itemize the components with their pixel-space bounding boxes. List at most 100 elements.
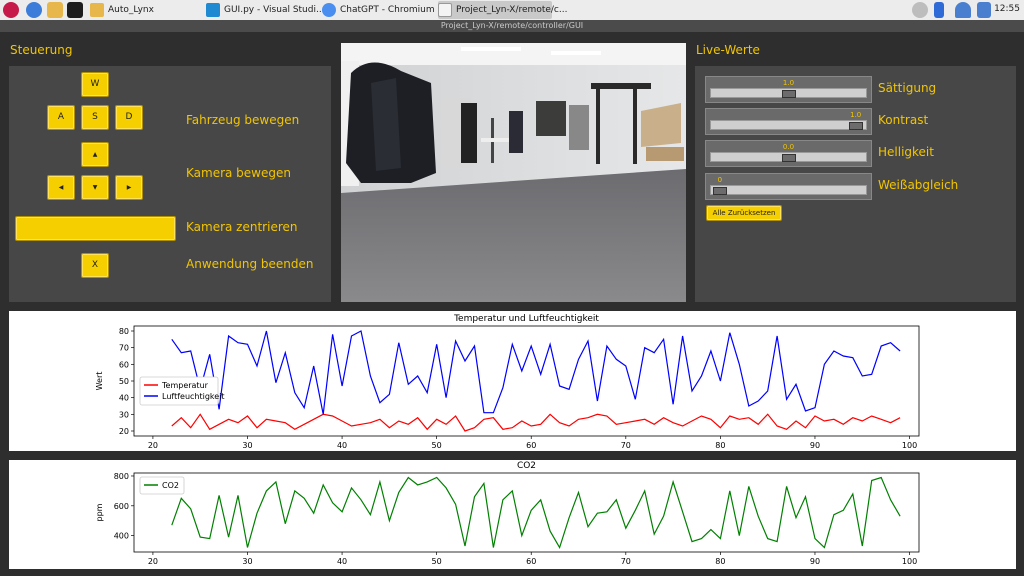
slider-track[interactable]	[710, 120, 867, 130]
window-title: Project_Lyn-X/remote/controller/GUI	[0, 20, 1024, 32]
legend-label: Luftfeuchtigkeit	[162, 392, 225, 401]
x-tick-label: 90	[810, 441, 820, 450]
taskbar-item-auto-lynx[interactable]: Auto_Lynx	[90, 1, 198, 19]
x-tick-label: 50	[432, 557, 442, 566]
slider-1[interactable]: 1.0	[705, 76, 872, 103]
live-values-title: Live-Werte	[696, 43, 760, 57]
co2-chart: CO2 20 30 40 50 60 70 80 90 100 400 600 800 ppm CO2	[9, 460, 1016, 569]
reset-all-button[interactable]: Alle Zurücksetzen	[706, 205, 782, 221]
camera-right-button[interactable]: ▶	[115, 175, 143, 200]
x-tick-label: 80	[715, 557, 725, 566]
taskbar-item-chromium[interactable]: ChatGPT - Chromium	[322, 1, 435, 19]
series-line-co2	[171, 476, 901, 549]
slider-value: 1.0	[782, 79, 795, 87]
slider-handle[interactable]	[712, 187, 727, 195]
taskbar: Auto_Lynx GUI.py - Visual Studi... ChatG…	[0, 0, 1024, 21]
key-s-button[interactable]: S	[81, 105, 109, 130]
temp-humidity-chart-svg: Temperatur und Luftfeuchtigkeit 20 30 40 50 6…	[95, 314, 920, 450]
move-vehicle-label: Fahrzeug bewegen	[186, 113, 300, 127]
taskbar-item-label: Project_Lyn-X/remote/c...	[456, 5, 568, 15]
x-tick-label: 100	[902, 441, 917, 450]
legend-label: Temperatur	[161, 381, 209, 390]
x-tick-label: 20	[148, 557, 158, 566]
x-tick-label: 60	[526, 441, 536, 450]
exit-button[interactable]: X	[81, 253, 109, 278]
slider-label: Kontrast	[878, 113, 929, 127]
y-tick-label: 800	[114, 472, 129, 481]
move-camera-label: Kamera bewegen	[186, 166, 291, 180]
x-tick-label: 80	[715, 441, 725, 450]
exit-app-label: Anwendung beenden	[186, 257, 314, 271]
terminal-icon[interactable]	[67, 2, 83, 18]
x-tick-label: 50	[432, 441, 442, 450]
sync-icon[interactable]	[912, 2, 928, 18]
camera-down-button[interactable]: ▼	[81, 175, 109, 200]
x-tick-label: 30	[242, 557, 252, 566]
x-tick-label: 70	[621, 557, 631, 566]
browser-launcher-icon[interactable]	[26, 2, 42, 18]
chart-title: Temperatur und Luftfeuchtigkeit	[453, 314, 599, 324]
center-camera-label: Kamera zentrieren	[186, 220, 298, 234]
taskbar-item-gui-window[interactable]: Project_Lyn-X/remote/c...	[438, 1, 567, 19]
x-tick-label: 30	[242, 441, 252, 450]
slider-value: 0.0	[782, 143, 795, 151]
wifi-icon[interactable]	[955, 2, 971, 18]
slider-handle[interactable]	[848, 122, 863, 130]
y-tick-label: 50	[119, 377, 129, 386]
vscode-icon	[206, 3, 220, 17]
y-tick-label: 30	[119, 410, 129, 419]
camera-up-button[interactable]: ▲	[81, 142, 109, 167]
x-tick-label: 60	[526, 557, 536, 566]
slider-value: 1.0	[850, 111, 862, 119]
series-line-temperatur	[171, 413, 901, 432]
folder-icon	[90, 3, 104, 17]
slider-value: 0	[717, 176, 723, 184]
key-d-button[interactable]: D	[115, 105, 143, 130]
y-tick-label: 60	[119, 360, 129, 369]
y-tick-label: 40	[119, 394, 129, 403]
taskbar-item-label: Auto_Lynx	[108, 5, 154, 15]
key-a-button[interactable]: A	[47, 105, 75, 130]
x-tick-label: 70	[621, 441, 631, 450]
y-tick-label: 70	[119, 344, 129, 353]
slider-handle[interactable]	[781, 154, 796, 162]
x-tick-label: 20	[148, 441, 158, 450]
controls-panel: W A S D ▲ ◀ ▼ ▶ X Fahrzeug bewegen Kamer…	[9, 66, 331, 302]
slider-2[interactable]: 1.0	[705, 108, 872, 135]
slider-label: Helligkeit	[878, 145, 934, 159]
slider-handle[interactable]	[781, 90, 796, 98]
raspberry-menu-icon[interactable]	[3, 2, 19, 18]
chromium-icon	[322, 3, 336, 17]
slider-label: Weißabgleich	[878, 178, 959, 192]
slider-label: Sättigung	[878, 81, 937, 95]
x-tick-label: 40	[337, 441, 347, 450]
x-tick-label: 100	[902, 557, 917, 566]
taskbar-item-label: ChatGPT - Chromium	[340, 5, 435, 15]
plot-area	[133, 325, 920, 437]
taskbar-item-label: GUI.py - Visual Studi...	[224, 5, 325, 15]
slider-track[interactable]	[710, 185, 867, 195]
y-axis-label: ppm	[95, 503, 104, 521]
temp-humidity-chart: Temperatur und Luftfeuchtigkeit 20 30 40 50 6…	[9, 311, 1016, 451]
controls-title: Steuerung	[10, 43, 73, 57]
y-tick-label: 20	[119, 427, 129, 436]
taskbar-item-vscode[interactable]: GUI.py - Visual Studi...	[206, 1, 325, 19]
chart-title: CO2	[517, 461, 536, 471]
y-tick-label: 600	[114, 502, 129, 511]
center-camera-button[interactable]	[15, 216, 176, 241]
volume-icon[interactable]	[977, 2, 991, 18]
y-axis-label: Wert	[95, 372, 104, 391]
file-manager-icon[interactable]	[47, 2, 63, 18]
clock: 12:55	[994, 4, 1020, 14]
x-tick-label: 40	[337, 557, 347, 566]
legend-label: CO2	[162, 481, 179, 490]
y-tick-label: 80	[119, 327, 129, 336]
window-icon	[438, 3, 452, 17]
x-tick-label: 90	[810, 557, 820, 566]
key-w-button[interactable]: W	[81, 72, 109, 97]
bluetooth-icon[interactable]	[934, 2, 944, 18]
camera-left-button[interactable]: ◀	[47, 175, 75, 200]
co2-chart-svg: CO2 20 30 40 50 60 70 80 90 100 400 600 800 ppm CO2	[95, 461, 920, 566]
slider-4[interactable]: 0	[705, 173, 872, 200]
slider-3[interactable]: 0.0	[705, 140, 872, 167]
